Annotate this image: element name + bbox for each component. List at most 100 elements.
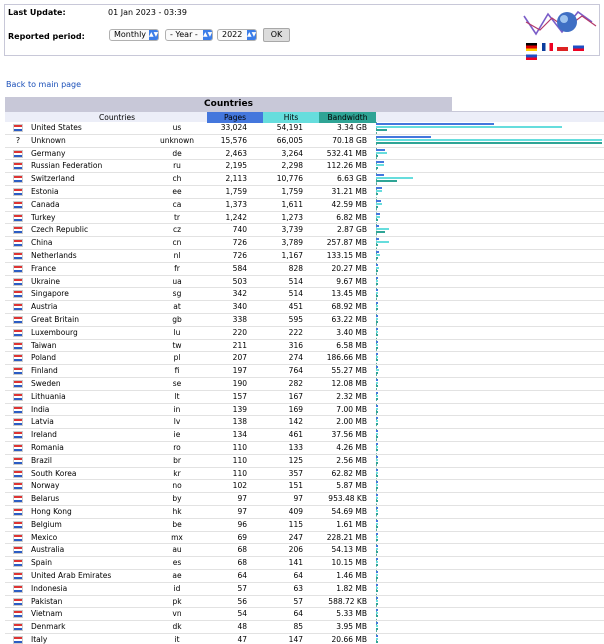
table-row: Denmark dk 48 85 3.95 MB <box>5 621 604 634</box>
pages-value: 138 <box>232 417 247 427</box>
ee-flag-icon <box>13 188 23 196</box>
de-language-flag-icon[interactable] <box>526 43 537 51</box>
table-row: Singapore sg 342 514 13.45 MB <box>5 288 604 302</box>
country-name: Sweden <box>31 379 61 388</box>
hits-value: 316 <box>288 340 303 350</box>
table-row: Italy it 47 147 20.66 MB <box>5 634 604 644</box>
bandwidth-value: 1.82 MB <box>336 583 367 593</box>
country-name: Hong Kong <box>31 507 72 516</box>
back-to-main-link[interactable]: Back to main page <box>6 80 81 89</box>
bandwidth-value: 6.82 MB <box>336 212 367 222</box>
pages-bar <box>376 545 378 548</box>
bandwidth-value: 13.45 MB <box>331 289 367 299</box>
ok-button[interactable]: OK <box>263 28 290 42</box>
hits-bar <box>376 305 378 308</box>
hits-value: 57 <box>293 596 303 606</box>
hits-value: 85 <box>293 622 303 632</box>
country-name: China <box>31 238 53 248</box>
row-bars <box>376 224 604 236</box>
hits-bar <box>376 202 382 205</box>
country-name: Russian Federation <box>31 161 103 171</box>
table-row: Pakistan pk 56 57 588.72 KB <box>5 596 604 609</box>
bandwidth-bar <box>376 513 378 515</box>
pages-bar <box>376 468 378 471</box>
country-code: es <box>172 558 182 568</box>
vn-flag-icon <box>13 610 23 619</box>
pages-bar <box>376 289 378 292</box>
country-code: hk <box>172 507 182 516</box>
pages-bar <box>376 571 378 573</box>
bandwidth-value: 31.21 MB <box>331 187 367 196</box>
pages-bar <box>376 135 432 138</box>
pages-value: 47 <box>237 635 247 644</box>
period-select[interactable]: Monthly ▲▼ <box>109 29 159 41</box>
bandwidth-bar <box>376 487 378 490</box>
pages-value: 342 <box>232 289 247 299</box>
row-bars <box>376 608 604 620</box>
fr-language-flag-icon[interactable] <box>541 43 553 51</box>
select-arrow-icon: ▲▼ <box>203 30 213 40</box>
tw-flag-icon <box>13 341 23 350</box>
table-row: Brazil br 110 125 2.56 MB <box>5 455 604 468</box>
year-select[interactable]: 2022 ▲▼ <box>217 29 257 41</box>
row-bars <box>376 288 604 300</box>
nl-flag-icon <box>13 252 23 260</box>
bandwidth-bar <box>376 551 378 554</box>
us-flag-icon <box>13 124 23 132</box>
country-code: in <box>173 404 181 414</box>
hits-bar <box>376 266 379 269</box>
year-placeholder-select[interactable]: - Year - ▲▼ <box>165 29 213 41</box>
pages-bar <box>376 148 385 151</box>
br-flag-icon <box>13 456 23 465</box>
table-row: Indonesia id 57 63 1.82 MB <box>5 583 604 596</box>
pages-bar <box>376 417 378 420</box>
bandwidth-bar <box>376 385 378 387</box>
pages-bar <box>376 532 378 535</box>
country-name: Estonia <box>31 187 59 196</box>
cz-language-flag-icon[interactable] <box>557 43 569 51</box>
bandwidth-value: 7.00 MB <box>336 404 367 414</box>
row-bars <box>376 314 604 326</box>
table-row: France fr 584 828 20.27 MB <box>5 263 604 276</box>
hits-bar <box>376 126 562 128</box>
bandwidth-bar <box>376 333 378 336</box>
hits-bar <box>376 215 381 218</box>
hits-value: 1,167 <box>281 251 303 260</box>
hits-value: 66,005 <box>276 135 303 145</box>
hits-value: 3,739 <box>281 225 303 235</box>
country-code: lv <box>173 417 181 427</box>
bandwidth-value: 2.56 MB <box>336 455 367 465</box>
table-row: Estonia ee 1,759 1,759 31.21 MB <box>5 186 604 199</box>
row-bars <box>376 442 604 454</box>
countries-title: Countries <box>5 97 452 111</box>
hits-value: 3,789 <box>281 238 303 248</box>
sk-language-flag-icon[interactable] <box>572 43 584 51</box>
bandwidth-bar <box>376 282 378 285</box>
row-bars <box>376 340 604 352</box>
country-code: fr <box>174 263 180 273</box>
bandwidth-value: 3.34 GB <box>336 123 367 132</box>
pages-value: 97 <box>237 494 247 504</box>
tr-flag-icon <box>13 213 23 222</box>
bandwidth-value: 6.63 GB <box>336 174 367 184</box>
country-name: Great Britain <box>31 315 79 324</box>
pages-value: 340 <box>232 302 247 312</box>
table-row: United Arab Emirates ae 64 64 1.46 MB <box>5 570 604 583</box>
ru-language-flag-icon[interactable] <box>526 52 537 60</box>
bandwidth-bar <box>376 461 378 464</box>
pages-bar <box>376 596 378 599</box>
bandwidth-value: 588.72 KB <box>328 596 367 606</box>
row-bars <box>376 596 604 608</box>
bandwidth-bar <box>376 436 378 439</box>
pages-value: 726 <box>232 238 247 248</box>
country-name: Belgium <box>31 519 62 529</box>
hits-bar <box>376 164 384 167</box>
hits-value: 169 <box>288 404 303 414</box>
row-bars <box>376 186 604 198</box>
pages-bar <box>376 455 378 458</box>
row-bars <box>376 352 604 364</box>
pages-bar <box>376 212 381 215</box>
pages-bar <box>376 238 379 241</box>
ae-flag-icon <box>13 572 23 580</box>
bandwidth-value: 12.08 MB <box>331 379 367 388</box>
